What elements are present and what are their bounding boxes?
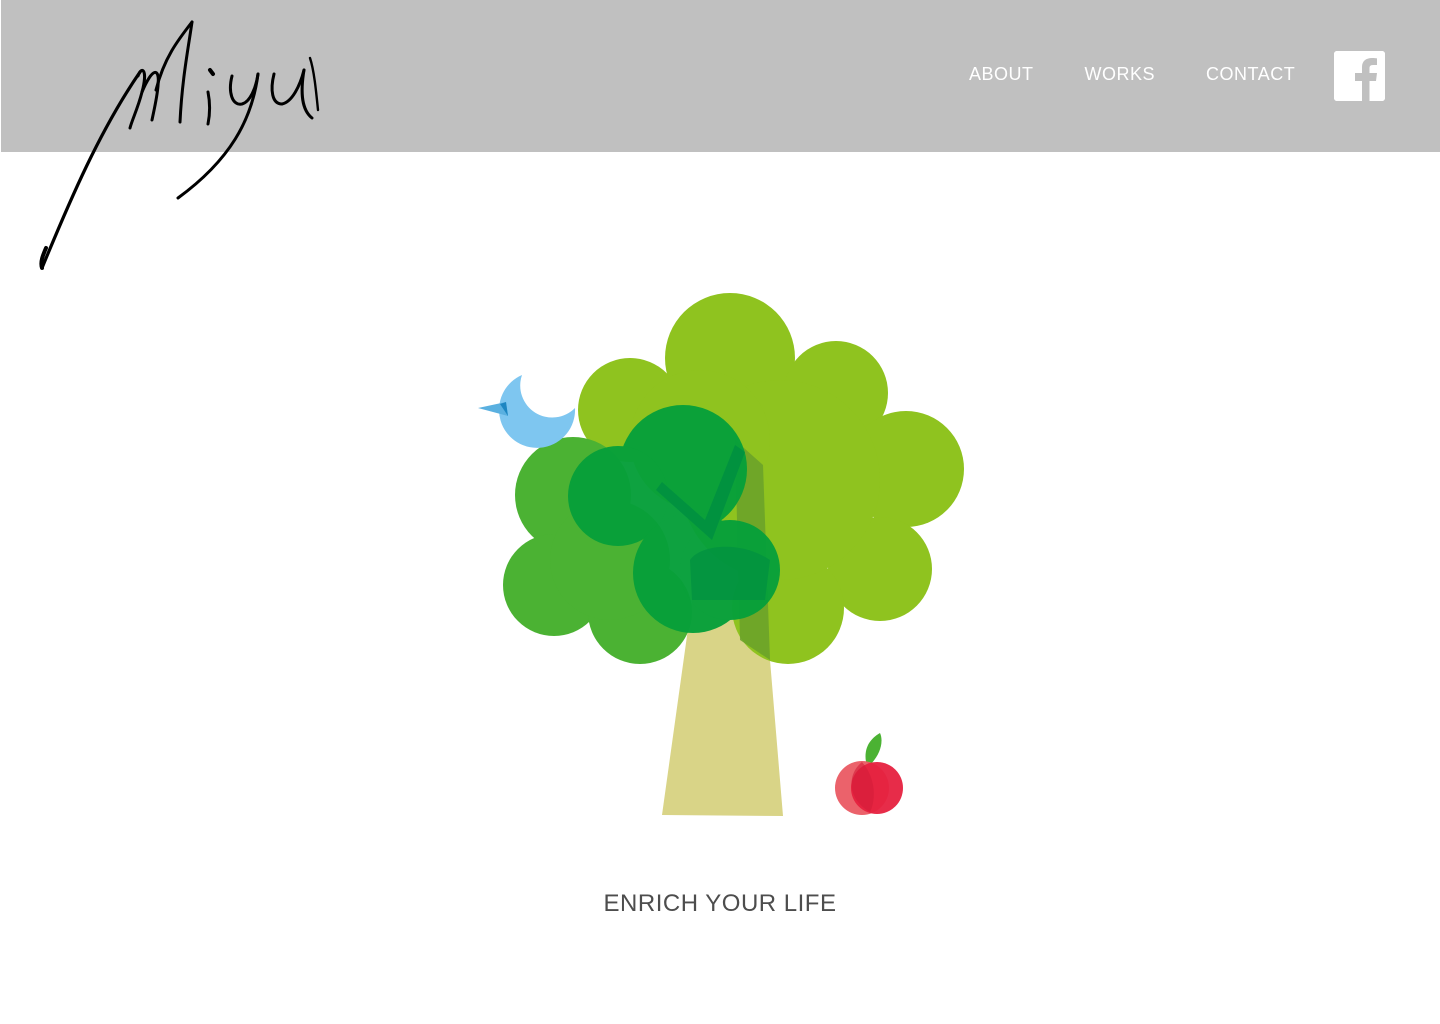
bird-icon [478, 375, 576, 448]
nav-about-link[interactable]: ABOUT [969, 62, 1034, 86]
nav-contact-link[interactable]: CONTACT [1206, 62, 1295, 86]
tagline: ENRICH YOUR LIFE [603, 890, 837, 917]
tree-illustration [478, 293, 964, 816]
apple-icon [835, 733, 903, 815]
main-nav: ABOUT WORKS CONTACT [969, 62, 1295, 86]
nav-works-link[interactable]: WORKS [1085, 62, 1156, 86]
facebook-button[interactable] [1334, 51, 1385, 101]
facebook-icon [1334, 51, 1385, 101]
page: ABOUT WORKS CONTACT ENRICH YOUR LIFE [0, 0, 1440, 1024]
logo[interactable] [30, 10, 330, 280]
